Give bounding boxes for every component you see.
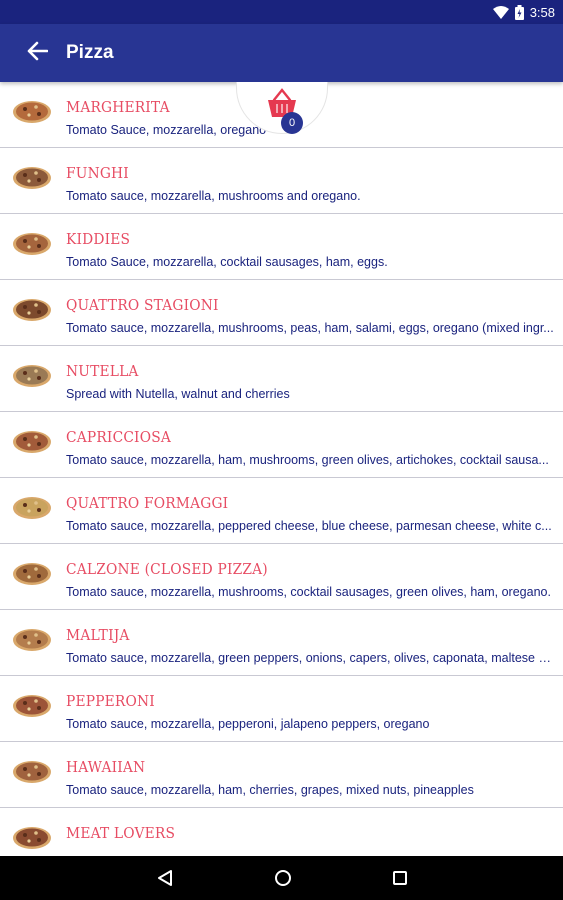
- pizza-name: MALTIJA: [66, 626, 130, 644]
- list-item[interactable]: CALZONE (CLOSED PIZZA) Tomato sauce, mozz…: [0, 544, 563, 610]
- pizza-name: KIDDIES: [66, 230, 131, 248]
- pizza-list[interactable]: MARGHERITA Tomato Sauce, mozzarella, oreg…: [0, 82, 563, 856]
- pizza-thumbnail: [12, 360, 52, 390]
- pizza-description: Tomato sauce, mozzarella, pepperoni, jal…: [66, 717, 430, 731]
- pizza-description: Tomato sauce, mozzarella, mushrooms and …: [66, 189, 361, 203]
- pizza-name: FUNGHI: [66, 164, 129, 182]
- home-circle-icon[interactable]: [274, 869, 292, 887]
- pizza-thumbnail: [12, 162, 52, 192]
- pizza-thumbnail: [12, 228, 52, 258]
- pizza-thumbnail: [12, 756, 52, 786]
- page-title: Pizza: [66, 42, 114, 63]
- pizza-thumbnail: [12, 96, 52, 126]
- pizza-name: HAWAIIAN: [66, 758, 146, 776]
- cart-count-badge: 0: [281, 112, 303, 134]
- list-item[interactable]: HAWAIIAN Tomato sauce, mozzarella, ham, c…: [0, 742, 563, 808]
- pizza-description: Tomato sauce, mozzarella, green peppers,…: [66, 651, 554, 665]
- pizza-thumbnail: [12, 426, 52, 456]
- pizza-name: CALZONE (CLOSED PIZZA): [66, 560, 268, 578]
- list-item[interactable]: CAPRICCIOSA Tomato sauce, mozzarella, ham…: [0, 412, 563, 478]
- status-time: 3:58: [529, 4, 555, 20]
- pizza-name: QUATTRO FORMAGGI: [66, 494, 229, 512]
- pizza-thumbnail: [12, 558, 52, 588]
- pizza-description: Tomato Sauce, mozzarella, oregano: [66, 123, 267, 137]
- list-item[interactable]: MEAT LOVERS: [0, 808, 563, 856]
- list-item[interactable]: QUATTRO STAGIONI Tomato sauce, mozzarella…: [0, 280, 563, 346]
- pizza-name: MEAT LOVERS: [66, 824, 176, 842]
- list-item[interactable]: KIDDIES Tomato Sauce, mozzarella, cocktai…: [0, 214, 563, 280]
- pizza-description: Tomato sauce, mozzarella, ham, cherries,…: [66, 783, 474, 797]
- pizza-thumbnail: [12, 822, 52, 852]
- arrow-left-icon: [26, 41, 49, 65]
- pizza-thumbnail: [12, 690, 52, 720]
- list-item[interactable]: FUNGHI Tomato sauce, mozzarella, mushroom…: [0, 148, 563, 214]
- list-item[interactable]: MALTIJA Tomato sauce, mozzarella, green p…: [0, 610, 563, 676]
- back-button[interactable]: [0, 24, 72, 82]
- status-bar: 3:58: [0, 0, 563, 24]
- pizza-thumbnail: [12, 492, 52, 522]
- pizza-description: Tomato sauce, mozzarella, mushrooms, coc…: [66, 585, 551, 599]
- wifi-icon: [492, 5, 509, 19]
- pizza-thumbnail: [12, 624, 52, 654]
- pizza-description: Tomato sauce, mozzarella, peppered chees…: [66, 519, 552, 533]
- back-triangle-icon[interactable]: [156, 869, 174, 887]
- pizza-description: Spread with Nutella, walnut and cherries: [66, 387, 290, 401]
- recents-square-icon[interactable]: [392, 870, 408, 886]
- pizza-description: Tomato Sauce, mozzarella, cocktail sausa…: [66, 255, 388, 269]
- pizza-description: Tomato sauce, mozzarella, mushrooms, pea…: [66, 321, 554, 335]
- pizza-name: QUATTRO STAGIONI: [66, 296, 219, 314]
- list-item[interactable]: NUTELLA Spread with Nutella, walnut and c…: [0, 346, 563, 412]
- system-nav-bar: [0, 856, 563, 900]
- pizza-name: MARGHERITA: [66, 98, 170, 116]
- pizza-name: PEPPERONI: [66, 692, 155, 710]
- pizza-name: CAPRICCIOSA: [66, 428, 171, 446]
- app-bar: Pizza: [0, 24, 563, 82]
- pizza-name: NUTELLA: [66, 362, 139, 380]
- battery-icon: [514, 4, 524, 20]
- list-item[interactable]: QUATTRO FORMAGGI Tomato sauce, mozzarella…: [0, 478, 563, 544]
- pizza-thumbnail: [12, 294, 52, 324]
- list-item[interactable]: PEPPERONI Tomato sauce, mozzarella, peppe…: [0, 676, 563, 742]
- pizza-description: Tomato sauce, mozzarella, ham, mushrooms…: [66, 453, 549, 467]
